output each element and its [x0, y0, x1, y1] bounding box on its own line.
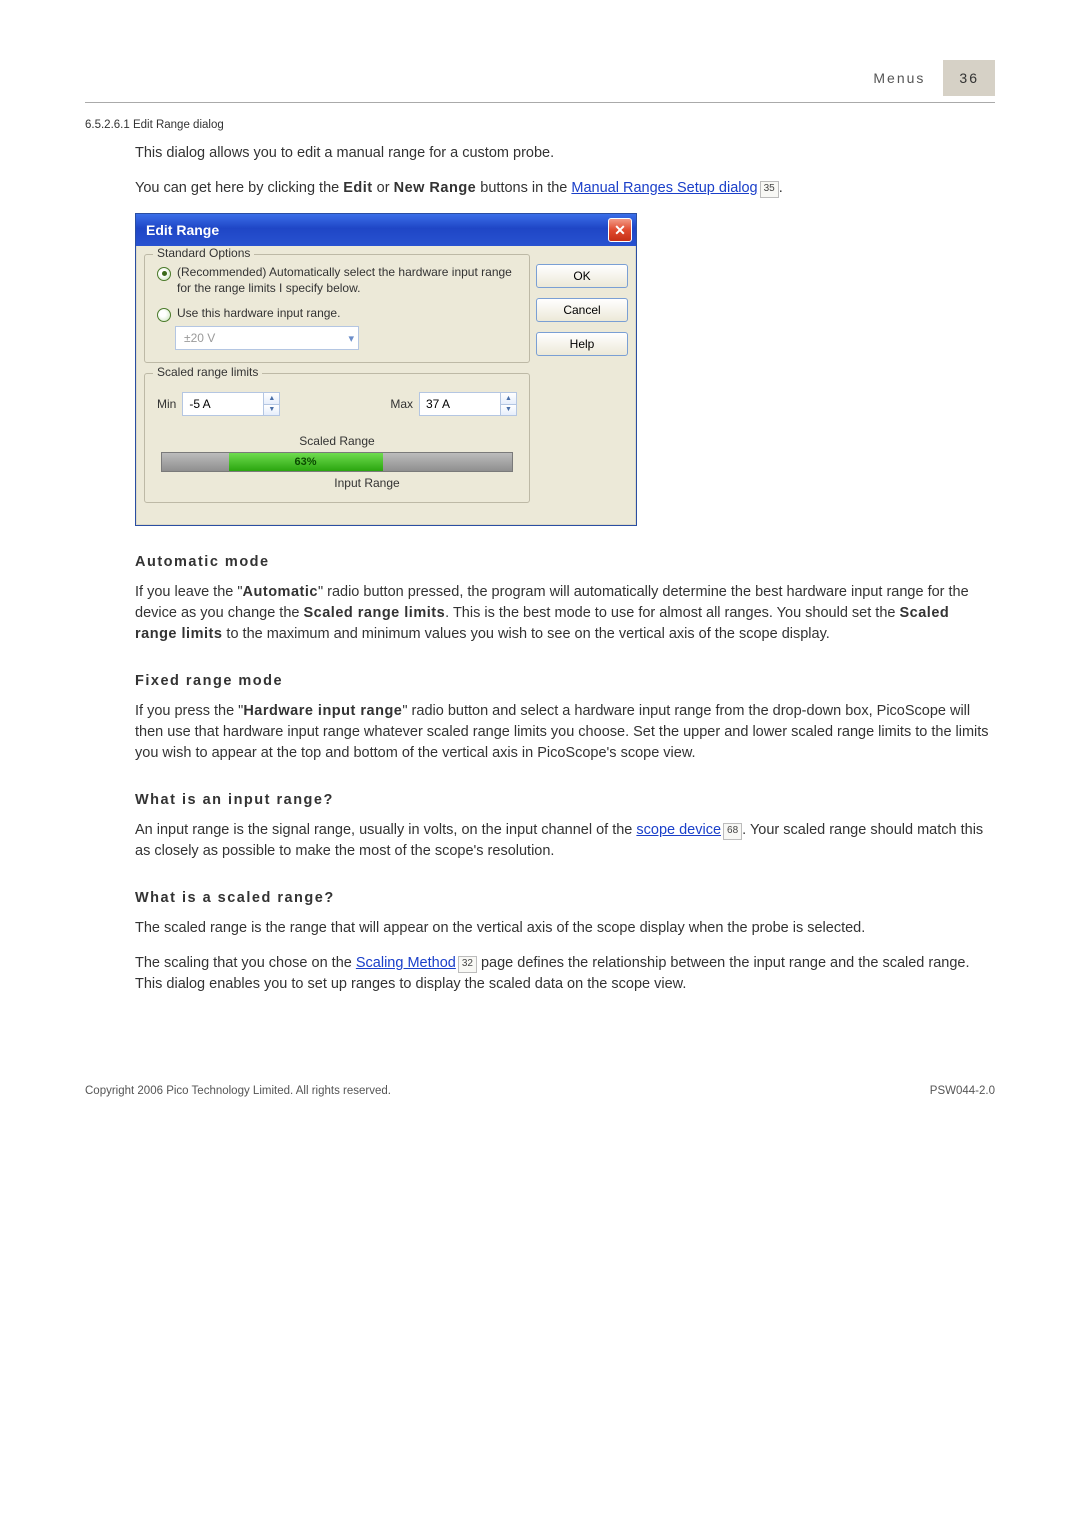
heading-automatic-mode: Automatic mode — [135, 554, 995, 570]
min-input[interactable] — [183, 393, 263, 415]
chevron-down-icon: ▾ — [348, 332, 354, 345]
page-ref-35: 35 — [760, 181, 779, 198]
min-up-icon[interactable]: ▲ — [264, 393, 279, 405]
max-label: Max — [390, 397, 413, 411]
standard-options-group: Standard Options (Recommended) Automatic… — [144, 254, 530, 363]
min-label: Min — [157, 397, 176, 411]
section-number: 6.5.2.6.1 Edit Range dialog — [85, 119, 995, 131]
input-range-paragraph: An input range is the signal range, usua… — [135, 820, 995, 862]
edit-range-dialog: Edit Range ✕ Standard Options (Recommend… — [135, 213, 637, 526]
hardware-range-value: ±20 V — [184, 331, 215, 345]
manual-ranges-link[interactable]: Manual Ranges Setup dialog — [571, 180, 757, 196]
dialog-title: Edit Range — [146, 222, 219, 238]
heading-what-is-input-range: What is an input range? — [135, 792, 995, 808]
radio-automatic[interactable] — [157, 267, 171, 281]
ok-button[interactable]: OK — [536, 264, 628, 288]
max-stepper[interactable]: ▲▼ — [419, 392, 517, 416]
automatic-mode-paragraph: If you leave the "Automatic" radio butto… — [135, 582, 995, 645]
range-bar: 63% — [161, 452, 513, 472]
header-section: Menus — [873, 70, 925, 86]
standard-options-legend: Standard Options — [153, 246, 254, 260]
max-down-icon[interactable]: ▼ — [501, 405, 516, 416]
max-input[interactable] — [420, 393, 500, 415]
scaled-range-group: Scaled range limits Min ▲▼ Max ▲▼ — [144, 373, 530, 503]
heading-fixed-range-mode: Fixed range mode — [135, 673, 995, 689]
page-number: 36 — [943, 60, 995, 96]
range-bar-fill: 63% — [229, 453, 383, 471]
min-stepper[interactable]: ▲▼ — [182, 392, 280, 416]
input-range-caption: Input Range — [157, 476, 517, 490]
page-ref-68: 68 — [723, 823, 742, 840]
radio-hardware-range-label: Use this hardware input range. — [177, 306, 340, 322]
radio-hardware-range[interactable] — [157, 308, 171, 322]
fixed-range-paragraph: If you press the "Hardware input range" … — [135, 701, 995, 764]
heading-what-is-scaled-range: What is a scaled range? — [135, 890, 995, 906]
scaled-range-paragraph-2: The scaling that you chose on the Scalin… — [135, 953, 995, 995]
max-up-icon[interactable]: ▲ — [501, 393, 516, 405]
scaled-range-caption: Scaled Range — [157, 434, 517, 448]
hardware-range-select[interactable]: ±20 V ▾ — [175, 326, 359, 350]
min-down-icon[interactable]: ▼ — [264, 405, 279, 416]
dialog-titlebar: Edit Range ✕ — [136, 214, 636, 246]
header-divider — [85, 102, 995, 103]
intro-paragraph-2: You can get here by clicking the Edit or… — [135, 178, 995, 199]
page-ref-32: 32 — [458, 956, 477, 973]
cancel-button[interactable]: Cancel — [536, 298, 628, 322]
intro-paragraph-1: This dialog allows you to edit a manual … — [135, 143, 995, 164]
scaled-range-paragraph-1: The scaled range is the range that will … — [135, 918, 995, 939]
footer-copyright: Copyright 2006 Pico Technology Limited. … — [85, 1085, 391, 1097]
help-button[interactable]: Help — [536, 332, 628, 356]
footer-docid: PSW044-2.0 — [930, 1085, 995, 1097]
scope-device-link[interactable]: scope device — [636, 822, 721, 838]
scaling-method-link[interactable]: Scaling Method — [356, 955, 456, 971]
radio-automatic-label: (Recommended) Automatically select the h… — [177, 265, 517, 296]
scaled-range-legend: Scaled range limits — [153, 365, 262, 379]
close-icon[interactable]: ✕ — [608, 218, 632, 242]
